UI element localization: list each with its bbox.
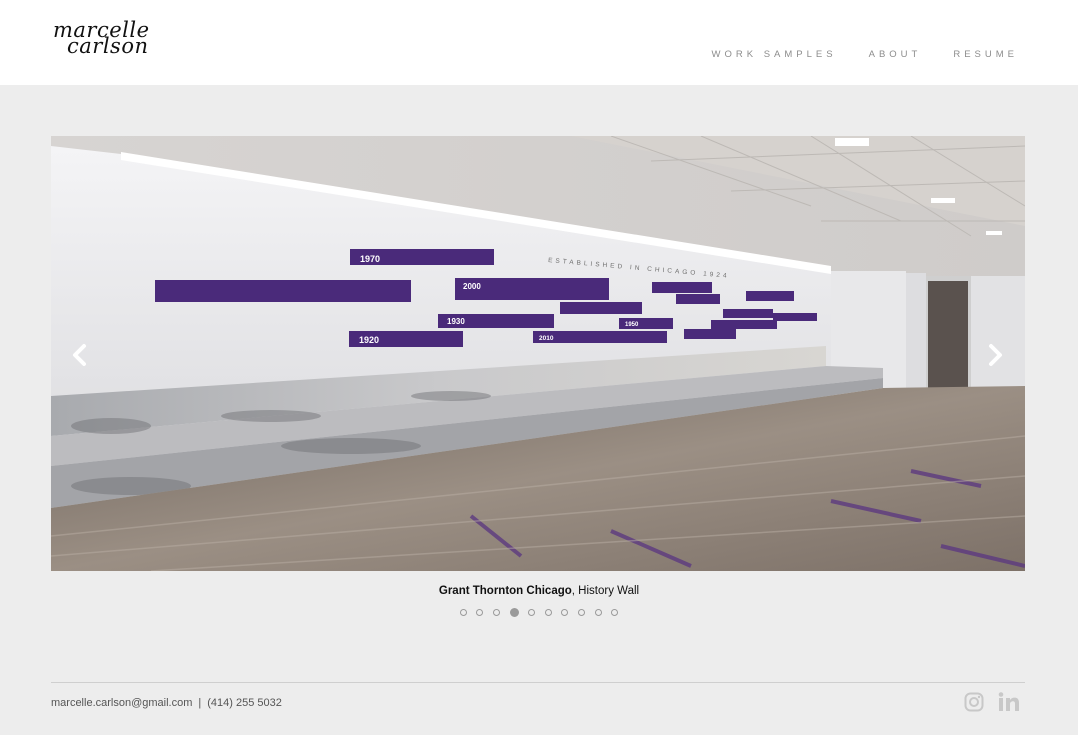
slide-caption: Grant Thornton Chicago, History Wall <box>0 585 1078 597</box>
caption-title: Grant Thornton Chicago <box>438 585 572 597</box>
year-label: 2000 <box>463 282 481 291</box>
nav-resume[interactable]: RESUME <box>953 49 1018 60</box>
site-logo[interactable]: marcelle carlson <box>53 20 150 58</box>
instagram-icon[interactable] <box>964 692 984 717</box>
nav-work-samples[interactable]: WORK SAMPLES <box>712 49 837 60</box>
slider-prev-arrow[interactable] <box>65 338 95 372</box>
year-label: 1920 <box>359 335 379 345</box>
year-label: 1950 <box>625 322 639 328</box>
slider-dot[interactable] <box>561 609 569 616</box>
contact-separator: | <box>198 697 202 709</box>
slider-dot[interactable] <box>493 609 501 616</box>
slider-next-arrow[interactable] <box>980 338 1010 372</box>
social-links <box>964 692 1020 717</box>
slider-dot[interactable] <box>611 609 619 616</box>
nav-about[interactable]: ABOUT <box>869 49 922 60</box>
logo-line-2: carlson <box>67 34 149 58</box>
contact-phone[interactable]: (414) 255 5032 <box>207 697 282 709</box>
footer-divider <box>51 682 1025 683</box>
year-label: 2010 <box>539 335 554 342</box>
footer-contact: marcelle.carlson@gmail.com | (414) 255 503… <box>51 697 282 709</box>
linkedin-icon[interactable] <box>998 692 1020 717</box>
year-label: 1930 <box>447 317 465 326</box>
slider-dot[interactable] <box>544 609 552 616</box>
chevron-left-icon <box>73 344 86 366</box>
chevron-right-icon <box>989 344 1002 366</box>
slider-dot[interactable] <box>476 609 484 616</box>
site-header: marcelle carlson WORK SAMPLES ABOUT RESU… <box>0 0 1078 85</box>
slider-dot[interactable] <box>594 609 602 616</box>
slider-dot[interactable] <box>577 609 585 616</box>
main-nav: WORK SAMPLES ABOUT RESUME <box>712 49 1018 60</box>
caption-subtitle: , History Wall <box>571 585 640 597</box>
slider-dot[interactable] <box>459 609 467 616</box>
year-label: 1970 <box>360 254 380 264</box>
contact-email[interactable]: marcelle.carlson@gmail.com <box>51 697 192 709</box>
slide-image: 1970 2000 1930 1920 2010 1950 ESTABLISHE… <box>51 136 1025 571</box>
image-slider[interactable]: 1970 2000 1930 1920 2010 1950 ESTABLISHE… <box>51 136 1025 571</box>
slider-pagination <box>0 608 1078 617</box>
slider-dot[interactable] <box>509 608 519 617</box>
slider-dot[interactable] <box>528 609 536 616</box>
